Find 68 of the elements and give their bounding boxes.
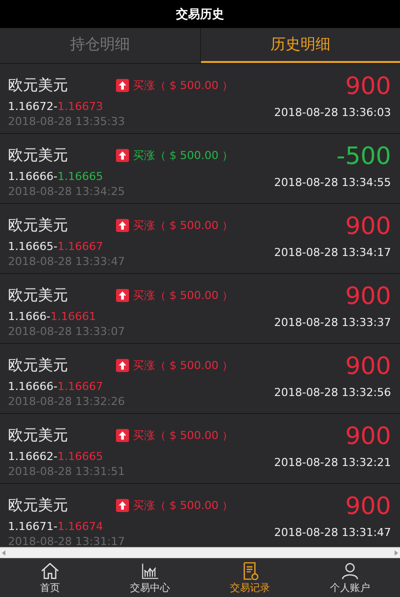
trade-direction: 买涨（ $ 500.00 ）	[133, 78, 233, 92]
open-price: 1.16666-	[8, 380, 58, 393]
tab[interactable]: 历史明细	[200, 28, 400, 63]
profit-amount: 900	[345, 352, 391, 380]
open-time: 2018-08-28 13:31:17	[8, 535, 126, 547]
close-time: 2018-08-28 13:34:55	[274, 176, 391, 189]
up-arrow-icon	[116, 428, 129, 442]
close-time: 2018-08-28 13:32:56	[274, 386, 391, 399]
trade-direction: 买涨（ $ 500.00 ）	[133, 288, 233, 302]
open-price: 1.16666-	[8, 170, 58, 183]
page-title: 交易历史	[176, 6, 224, 22]
currency-pair: 欧元美元	[8, 216, 69, 234]
scroll-right-icon[interactable]	[394, 550, 398, 556]
open-time: 2018-08-28 13:31:51	[8, 465, 126, 478]
up-arrow-icon	[116, 288, 129, 302]
close-time: 2018-08-28 13:33:37	[274, 316, 391, 329]
up-arrow-icon	[116, 78, 129, 92]
scrollbar[interactable]	[0, 547, 400, 558]
close-price: 1.16665	[57, 170, 103, 183]
trade-direction: 买涨（ $ 500.00 ）	[133, 358, 233, 372]
currency-pair: 欧元美元	[8, 286, 69, 304]
close-price: 1.16661	[50, 310, 96, 323]
profit-amount: -500	[336, 142, 391, 170]
open-time: 2018-08-28 13:34:25	[8, 185, 126, 198]
up-arrow-icon	[116, 358, 129, 372]
close-time: 2018-08-28 13:34:17	[274, 246, 391, 259]
trade-direction: 买涨（ $ 500.00 ）	[133, 428, 233, 442]
open-time: 2018-08-28 13:33:07	[8, 325, 126, 338]
trade-direction: 买涨（ $ 500.00 ）	[133, 218, 233, 232]
scroll-left-icon[interactable]	[2, 550, 6, 556]
close-price: 1.16665	[57, 450, 103, 463]
open-time: 2018-08-28 13:33:47	[8, 255, 126, 268]
up-arrow-icon	[116, 218, 129, 232]
currency-pair: 欧元美元	[8, 356, 69, 374]
chart-icon	[140, 562, 160, 580]
nav-item[interactable]: 个人账户	[300, 559, 400, 597]
profit-amount: 900	[345, 282, 391, 310]
close-price: 1.16674	[57, 520, 103, 533]
up-arrow-icon	[116, 148, 129, 162]
nav-item[interactable]: 交易中心	[100, 559, 200, 597]
trade-direction: 买涨（ $ 500.00 ）	[133, 498, 233, 512]
open-price: 1.16672-	[8, 100, 58, 113]
open-price: 1.16662-	[8, 450, 58, 463]
profit-amount: 900	[345, 422, 391, 450]
user-icon	[340, 562, 360, 580]
currency-pair: 欧元美元	[8, 426, 69, 444]
trade-direction: 买涨（ $ 500.00 ）	[133, 148, 233, 162]
close-time: 2018-08-28 13:32:21	[274, 456, 391, 469]
open-time: 2018-08-28 13:35:33	[8, 115, 126, 128]
profit-amount: 900	[345, 72, 391, 100]
nav-item[interactable]: 首页	[0, 559, 100, 597]
open-price: 1.1666-	[8, 310, 50, 323]
currency-pair: 欧元美元	[8, 496, 69, 514]
home-icon	[40, 562, 60, 580]
profit-amount: 900	[345, 492, 391, 520]
open-price: 1.16665-	[8, 240, 58, 253]
nav-item[interactable]: 交易记录	[200, 559, 300, 597]
close-price: 1.16673	[57, 100, 103, 113]
up-arrow-icon	[116, 498, 129, 512]
close-price: 1.16667	[57, 380, 103, 393]
profit-amount: 900	[345, 212, 391, 240]
close-time: 2018-08-28 13:36:03	[274, 106, 391, 119]
close-time: 2018-08-28 13:31:47	[274, 526, 391, 539]
open-time: 2018-08-28 13:32:26	[8, 395, 126, 408]
open-price: 1.16671-	[8, 520, 58, 533]
close-price: 1.16667	[57, 240, 103, 253]
currency-pair: 欧元美元	[8, 146, 69, 164]
currency-pair: 欧元美元	[8, 76, 69, 94]
